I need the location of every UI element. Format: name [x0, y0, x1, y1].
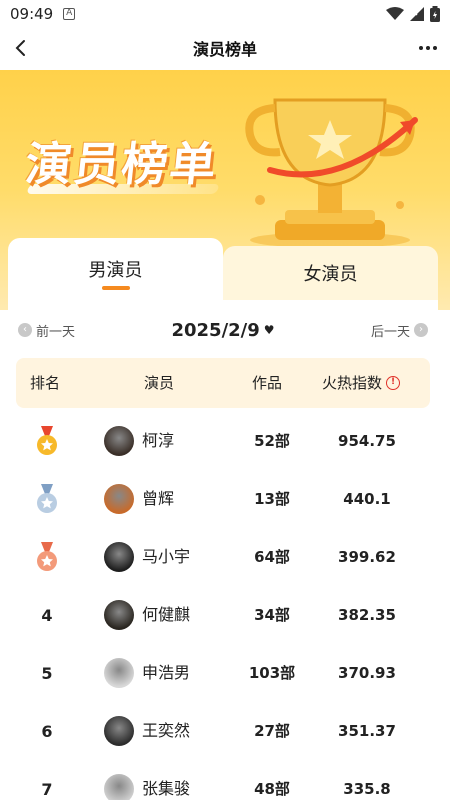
works-count: 27部: [254, 722, 290, 740]
navigation-bar: 演员榜单: [0, 28, 450, 68]
current-date: 2025/2/9: [171, 319, 260, 341]
heat-index: 440.1: [343, 490, 391, 508]
status-time: 09:49: [10, 5, 54, 23]
actor-name[interactable]: 柯淳: [142, 412, 174, 470]
avatar[interactable]: [104, 542, 134, 572]
next-day-label: 后一天: [370, 324, 410, 340]
rank-cell: [32, 412, 62, 470]
prev-day-button[interactable]: ‹ 前一天: [18, 321, 75, 340]
rank-cell: 5: [41, 663, 53, 683]
table-row[interactable]: 4 何健麒 34部 382.35: [16, 586, 430, 644]
actor-name[interactable]: 申浩男: [142, 644, 190, 702]
status-icons: [386, 6, 440, 22]
gold-medal-icon: [37, 426, 57, 455]
works-count: 64部: [254, 548, 290, 566]
date-picker[interactable]: 2025/2/9 ♥: [171, 320, 274, 341]
bronze-medal-icon: [37, 542, 57, 571]
avatar[interactable]: [104, 774, 134, 800]
rank-cell: [32, 470, 62, 528]
header-works: 作品: [252, 374, 283, 392]
dropdown-icon: ♥: [263, 323, 275, 337]
actor-name[interactable]: 马小宇: [142, 528, 190, 586]
chevron-left-icon: ‹: [18, 323, 32, 337]
tab-male-actors[interactable]: 男演员: [8, 238, 223, 300]
avatar[interactable]: [104, 426, 134, 456]
heat-index: 370.93: [338, 664, 396, 682]
rank-cell: 6: [41, 721, 53, 741]
heat-index: 954.75: [338, 432, 396, 450]
heat-index: 335.8: [343, 780, 391, 798]
info-icon[interactable]: !: [386, 376, 401, 390]
more-icon: [419, 46, 437, 50]
signal-icon: [410, 7, 424, 21]
actor-name[interactable]: 王奕然: [142, 702, 190, 760]
avatar[interactable]: [104, 658, 134, 688]
avatar[interactable]: [104, 716, 134, 746]
tab-female-actors[interactable]: 女演员: [223, 246, 438, 300]
page-title: 演员榜单: [192, 40, 257, 59]
rank-cell: [32, 528, 62, 586]
table-row[interactable]: 5 申浩男 103部 370.93: [16, 644, 430, 702]
back-button[interactable]: [6, 34, 34, 62]
works-count: 48部: [254, 780, 290, 798]
chevron-right-icon: ›: [414, 323, 428, 337]
avatar[interactable]: [104, 484, 134, 514]
ranking-list: 柯淳 52部 954.75 曾辉 13部 440.1 马小宇 64部 399.62 4 何健麒 34部…: [16, 412, 430, 800]
actor-name[interactable]: 曾辉: [142, 470, 174, 528]
prev-day-label: 前一天: [36, 324, 76, 340]
header-heat-label: 火热指数: [322, 374, 383, 392]
wifi-icon: [386, 7, 404, 20]
heat-index: 382.35: [338, 606, 396, 624]
hero-title: 演员榜单: [22, 137, 221, 191]
table-header: 排名 演员 作品 火热指数 !: [16, 358, 430, 408]
table-row[interactable]: 7 张集骏 48部 335.8: [16, 760, 430, 800]
heat-index: 351.37: [338, 722, 396, 740]
header-actor: 演员: [144, 374, 175, 392]
works-count: 52部: [254, 432, 290, 450]
header-heat: 火热指数 !: [322, 358, 401, 408]
actor-name[interactable]: 张集骏: [142, 760, 190, 800]
back-arrow-icon: [15, 40, 25, 56]
more-button[interactable]: [414, 34, 442, 62]
table-row[interactable]: 曾辉 13部 440.1: [16, 470, 430, 528]
active-tab-indicator: [102, 286, 130, 290]
actor-name[interactable]: 何健麒: [142, 586, 190, 644]
tab-label: 女演员: [303, 264, 358, 285]
battery-icon: [430, 6, 440, 22]
next-day-button[interactable]: 后一天 ›: [371, 321, 428, 340]
status-bar: 09:49 A: [0, 0, 450, 28]
header-rank: 排名: [30, 374, 61, 392]
date-navigator: ‹ 前一天 2025/2/9 ♥ 后一天 ›: [18, 318, 428, 342]
trophy-icon: [245, 98, 418, 248]
avatar[interactable]: [104, 600, 134, 630]
table-row[interactable]: 柯淳 52部 954.75: [16, 412, 430, 470]
works-count: 103部: [248, 664, 296, 682]
rank-cell: 7: [41, 779, 53, 799]
gender-tabs: 男演员 女演员: [8, 238, 438, 300]
rank-cell: 4: [41, 605, 53, 625]
tab-label: 男演员: [88, 260, 143, 281]
table-row[interactable]: 6 王奕然 27部 351.37: [16, 702, 430, 760]
silver-medal-icon: [37, 484, 57, 513]
works-count: 13部: [254, 490, 290, 508]
accessibility-icon: A: [63, 8, 76, 20]
heat-index: 399.62: [338, 548, 396, 566]
works-count: 34部: [254, 606, 290, 624]
ranking-content: ‹ 前一天 2025/2/9 ♥ 后一天 › 排名 演员 作品 火热指数 ! 柯…: [8, 300, 438, 800]
table-row[interactable]: 马小宇 64部 399.62: [16, 528, 430, 586]
